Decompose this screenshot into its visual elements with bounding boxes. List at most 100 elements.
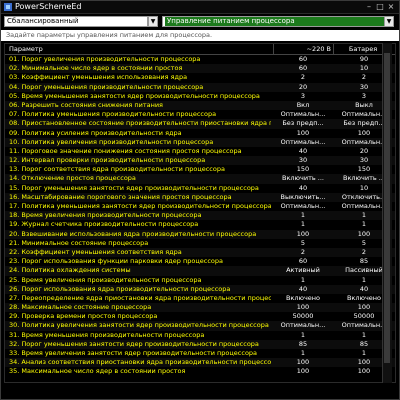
ac-value-cell[interactable]: 40 [273,147,333,156]
table-row[interactable]: 03. Коэффициент уменьшения использования… [5,73,395,82]
ac-value-cell[interactable]: 30 [273,156,333,165]
param-name-cell: 14. Отключение простоя процессора [9,174,136,183]
ac-value-cell[interactable]: 5 [273,239,333,248]
close-icon[interactable]: × [386,2,396,11]
power-scheme-select[interactable]: Сбалансированный [4,16,148,27]
ac-value-cell[interactable]: Оптимальн... [273,138,333,147]
power-scheme-value: Сбалансированный [7,17,79,25]
settings-table: Параметр ~220 В Батарея 01. Порог увелич… [4,43,396,383]
table-row[interactable]: 22. Коэффициент уменьшения соответствия … [5,247,395,258]
ac-value-cell[interactable]: Оптимальн... [273,110,333,119]
table-row[interactable]: 12. Интервал проверки производительности… [5,156,395,166]
ac-value-cell[interactable]: Вкл [273,101,333,110]
table-row[interactable]: 16. Масштабирование порогового значения … [5,192,395,202]
table-row[interactable]: 19. Журнал счетчика производительности п… [5,220,395,229]
table-row[interactable]: 09. Политика усиления производительности… [5,129,395,138]
ac-value-cell[interactable]: 50000 [273,312,333,321]
table-body: 01. Порог увеличения производительности … [5,55,395,377]
ac-value-cell[interactable]: 1 [273,220,333,229]
scrollbar-thumb[interactable] [384,53,390,363]
table-row[interactable]: 30. Политика увеличения занятости ядер п… [5,321,395,331]
subgroup-select[interactable]: Управление питанием процессора [162,16,394,27]
ac-value-cell[interactable]: 20 [273,83,333,92]
table-row[interactable]: 32. Порог уменьшения занятости ядер прои… [5,339,395,349]
ac-value-cell[interactable]: 150 [273,165,333,174]
table-row[interactable]: 08. Приостановленное состояние производи… [5,119,395,129]
ac-value-cell[interactable]: 40 [273,285,333,294]
table-row[interactable]: 06. Разрешить состояния снижения питания… [5,100,395,111]
ac-value-cell[interactable]: Оптимальн... [273,321,333,330]
table-row[interactable]: 27. Переопределение ядра приостановки яд… [5,294,395,303]
table-row[interactable]: 07. Политика уменьшения производительнос… [5,110,395,119]
table-row[interactable]: 10. Политика увеличения производительнос… [5,137,395,147]
ac-value-cell[interactable]: 100 [273,230,333,239]
chevron-down-icon[interactable]: ▼ [384,16,394,27]
table-row[interactable]: 29. Проверка времени простоя процессора 5… [5,312,395,321]
table-row[interactable]: 28. Максимальное состояние процессора 100… [5,303,395,313]
ac-value-cell[interactable]: 100 [273,358,333,367]
ac-value-cell[interactable]: 100 [273,129,333,138]
table-row[interactable]: 13. Порог соответствия ядра производител… [5,165,395,174]
table-row[interactable]: 33. Время увеличения занятости ядер прои… [5,349,395,358]
table-row[interactable]: 15. Порог уменьшения занятости ядер прои… [5,184,395,193]
vertical-scrollbar[interactable] [382,43,392,383]
minimize-icon[interactable]: – [364,2,374,11]
table-row[interactable]: 26. Порог использования ядра производите… [5,284,395,294]
maximize-icon[interactable]: □ [375,2,385,11]
ac-value-cell[interactable]: 2 [273,248,333,257]
ac-value-cell[interactable]: 1 [273,349,333,358]
ac-value-cell[interactable]: 2 [273,73,333,82]
table-row[interactable]: 31. Время уменьшения производительности … [5,331,395,340]
toolbar: Сбалансированный ▼ Управление питанием п… [1,14,399,30]
param-name-cell: 05. Время уменьшения занятости ядер прои… [9,91,260,100]
column-header-param[interactable]: Параметр [9,44,43,54]
param-name-cell: 30. Политика увеличения занятости ядер п… [9,321,269,330]
param-name-cell: 11. Пороговое значение понижения состоян… [9,146,242,155]
table-row[interactable]: 20. Взвешивание использования ядра произ… [5,229,395,239]
table-row[interactable]: 23. Порог использования функции парковки… [5,257,395,266]
table-row[interactable]: 21. Минимальное состояние процессора 5 5 [5,239,395,248]
table-row[interactable]: 34. Анализ соответствия приостановки ядр… [5,358,395,368]
ac-value-cell[interactable]: Без предп... [273,119,333,128]
table-row[interactable]: 11. Пороговое значение понижения состоян… [5,147,395,156]
param-name-cell: 06. Разрешить состояния снижения питания [9,100,163,109]
ac-value-cell[interactable]: Оптимальн... [273,202,333,211]
param-name-cell: 07. Политика уменьшения производительнос… [9,110,217,119]
table-row[interactable]: 18. Время увеличения производительности … [5,211,395,221]
ac-value-cell[interactable]: Включить ... [273,174,333,183]
ac-value-cell[interactable]: 60 [273,257,333,266]
ac-value-cell[interactable]: 1 [273,331,333,340]
table-row[interactable]: 14. Отключение простоя процессора Включит… [5,174,395,184]
param-name-cell: 13. Порог соответствия ядра производител… [9,165,225,174]
ac-value-cell[interactable]: 85 [273,340,333,349]
ac-value-cell[interactable]: 60 [273,55,333,64]
table-row[interactable]: 01. Порог увеличения производительности … [5,55,395,64]
table-row[interactable]: 25. Время увеличения производительности … [5,276,395,285]
table-row[interactable]: 35. Максимальное число ядер в состоянии … [5,367,395,376]
table-row[interactable]: 24. Политика охлаждения системы Активный П… [5,266,395,276]
param-name-cell: 17. Политика уменьшения занятости ядер п… [9,202,271,210]
ac-value-cell[interactable]: 40 [273,184,333,193]
table-row[interactable]: 17. Политика уменьшения занятости ядер п… [5,202,395,211]
param-name-cell: 27. Переопределение ядра приостановки яд… [9,293,271,302]
ac-value-cell[interactable]: 1 [273,276,333,285]
param-name-cell: 31. Время уменьшения производительности … [9,330,205,339]
column-header-ac[interactable]: ~220 В [273,44,333,54]
param-name-cell: 24. Политика охлаждения системы [9,266,131,275]
ac-value-cell[interactable]: 3 [273,92,333,101]
ac-value-cell[interactable]: 100 [273,303,333,312]
subgroup-value: Управление питанием процессора [165,17,384,26]
ac-value-cell[interactable]: Включено [273,294,333,303]
table-row[interactable]: 05. Время уменьшения занятости ядер прои… [5,92,395,101]
table-row[interactable]: 02. Минимальное число ядер в состоянии п… [5,64,395,74]
ac-value-cell[interactable]: Выключить... [273,193,333,202]
ac-value-cell[interactable]: 100 [273,367,333,376]
ac-value-cell[interactable]: 1 [273,211,333,220]
table-row[interactable]: 04. Порог уменьшения производительности … [5,82,395,92]
param-name-cell: 22. Коэффициент уменьшения соответствия … [9,247,182,256]
chevron-down-icon[interactable]: ▼ [148,16,158,27]
param-name-cell: 09. Политика усиления производительности… [9,128,182,137]
param-name-cell: 16. Масштабирование порогового значения … [9,192,232,201]
ac-value-cell[interactable]: Активный [273,266,333,275]
ac-value-cell[interactable]: 60 [273,64,333,73]
